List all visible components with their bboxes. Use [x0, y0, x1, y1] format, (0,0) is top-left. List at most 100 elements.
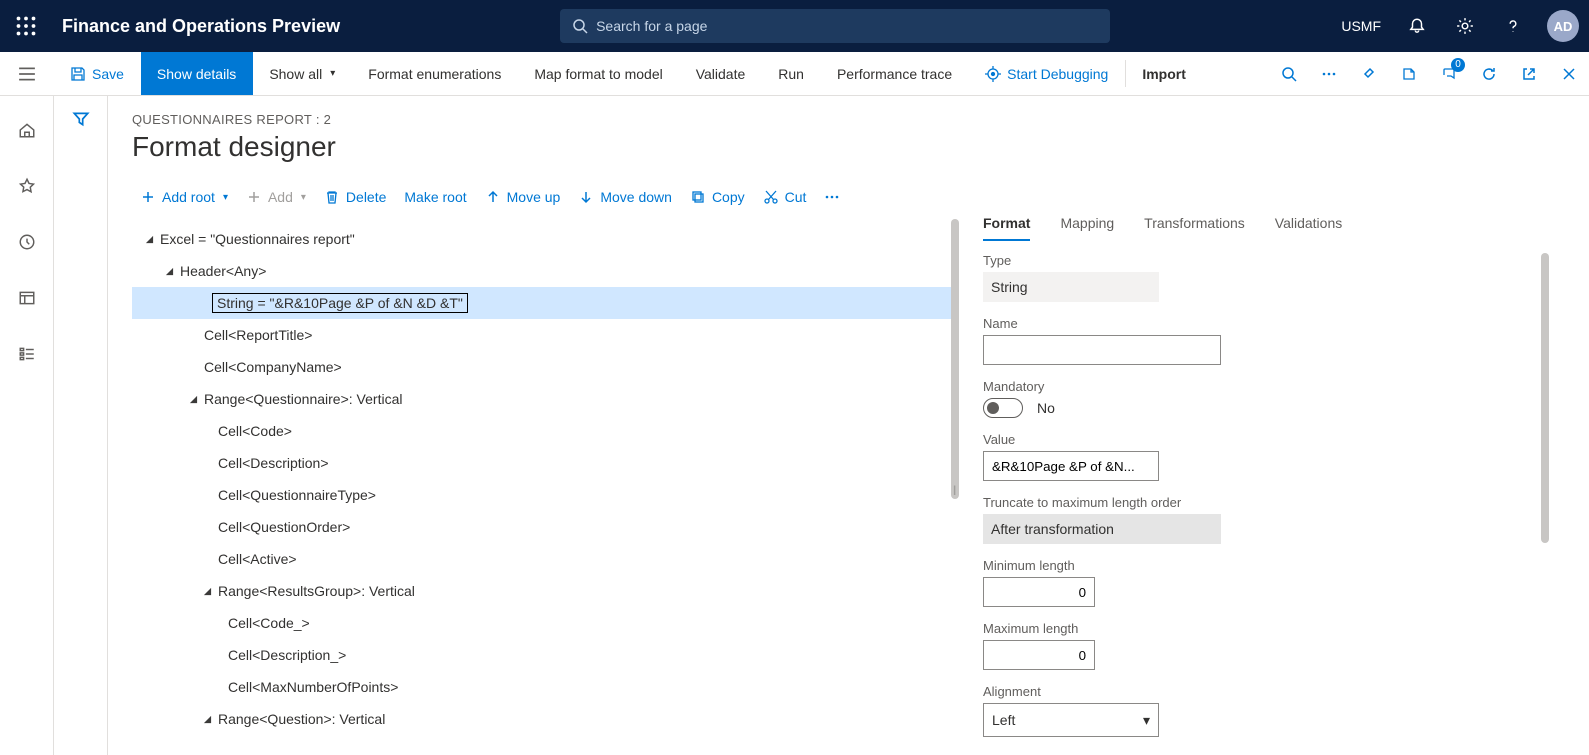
performance-trace-button[interactable]: Performance trace: [821, 52, 969, 95]
tree-row[interactable]: Cell<CompanyName>: [132, 351, 953, 383]
office-icon[interactable]: [1389, 52, 1429, 96]
format-enumerations-button[interactable]: Format enumerations: [352, 52, 518, 95]
expand-arrow-icon[interactable]: [162, 267, 176, 276]
name-input[interactable]: [983, 335, 1221, 365]
tree-row[interactable]: Range<ResultsGroup>: Vertical: [132, 575, 953, 607]
mandatory-toggle[interactable]: [983, 398, 1023, 418]
move-down-button[interactable]: Move down: [578, 189, 672, 205]
close-icon[interactable]: [1549, 52, 1589, 96]
refresh-icon[interactable]: [1469, 52, 1509, 96]
tab-format[interactable]: Format: [983, 215, 1030, 241]
help-icon[interactable]: [1493, 6, 1533, 46]
more-toolbar-icon[interactable]: [824, 189, 840, 205]
chevron-down-icon: ▾: [1143, 712, 1150, 729]
value-input[interactable]: [983, 451, 1159, 481]
validate-button[interactable]: Validate: [680, 52, 763, 95]
tree-scrollbar[interactable]: [951, 219, 959, 499]
search-input[interactable]: Search for a page: [560, 9, 1110, 43]
tree-row[interactable]: Cell<ReportTitle>: [132, 319, 953, 351]
tree-row[interactable]: Range<Question>: Vertical: [132, 703, 953, 735]
action-search-icon[interactable]: [1269, 52, 1309, 96]
alignment-select[interactable]: Left ▾: [983, 703, 1159, 737]
home-icon[interactable]: [7, 114, 47, 146]
minlen-label: Minimum length: [983, 558, 1535, 573]
start-debugging-button[interactable]: Start Debugging: [969, 52, 1125, 95]
tree-row[interactable]: Cell<QuestionnaireType>: [132, 479, 953, 511]
hamburger-icon[interactable]: [0, 52, 54, 96]
delete-button[interactable]: Delete: [324, 189, 386, 205]
tab-validations[interactable]: Validations: [1275, 215, 1342, 241]
tree-row[interactable]: Cell<Code>: [132, 415, 953, 447]
arrow-up-icon: [485, 189, 501, 205]
copy-button[interactable]: Copy: [690, 189, 745, 205]
tree-node-label: Cell<ReportTitle>: [204, 327, 312, 343]
import-button[interactable]: Import: [1126, 52, 1203, 95]
tree-row[interactable]: Cell<Description_>: [132, 639, 953, 671]
make-root-button[interactable]: Make root: [404, 189, 466, 205]
tree-node-label: Cell<QuestionnaireType>: [218, 487, 376, 503]
tree-row[interactable]: String = "&R&10Page &P of &N &D &T": [132, 287, 953, 319]
debug-icon: [985, 66, 1001, 82]
tree-node-label: Cell<Code>: [218, 423, 292, 439]
expand-arrow-icon[interactable]: [186, 395, 200, 404]
favorites-icon[interactable]: [7, 170, 47, 202]
tree-node-label: String = "&R&10Page &P of &N &D &T": [212, 293, 468, 313]
properties-tabs: Format Mapping Transformations Validatio…: [983, 215, 1549, 241]
company-picker[interactable]: USMF: [1333, 18, 1389, 34]
save-button[interactable]: Save: [54, 52, 141, 95]
expand-arrow-icon[interactable]: [142, 235, 156, 244]
gear-icon[interactable]: [1445, 6, 1485, 46]
move-up-button[interactable]: Move up: [485, 189, 561, 205]
add-button: Add ▾: [246, 189, 306, 205]
show-details-button[interactable]: Show details: [141, 52, 253, 95]
tree-row[interactable]: Range<Questionnaire>: Vertical: [132, 383, 953, 415]
tree-node-label: Range<Question>: Vertical: [218, 711, 385, 727]
avatar[interactable]: AD: [1547, 10, 1579, 42]
tree-node-label: Cell<Code_>: [228, 615, 310, 631]
cut-button[interactable]: Cut: [763, 189, 807, 205]
recent-icon[interactable]: [7, 226, 47, 258]
tree-row[interactable]: Excel = "Questionnaires report": [132, 223, 953, 255]
notifications-icon[interactable]: [1397, 6, 1437, 46]
tree-row[interactable]: Cell<Description>: [132, 447, 953, 479]
attachments-icon[interactable]: [1349, 52, 1389, 96]
filter-icon[interactable]: [72, 110, 90, 755]
expand-arrow-icon[interactable]: [200, 587, 214, 596]
truncate-label: Truncate to maximum length order: [983, 495, 1535, 510]
messages-icon[interactable]: 0: [1429, 52, 1469, 96]
mandatory-label: Mandatory: [983, 379, 1535, 394]
minlen-input[interactable]: [983, 577, 1095, 607]
messages-badge: 0: [1451, 58, 1465, 72]
trash-icon: [324, 189, 340, 205]
tree-row[interactable]: Cell<Active>: [132, 543, 953, 575]
tree-row[interactable]: Cell<MaxNumberOfPoints>: [132, 671, 953, 703]
type-value: String: [983, 272, 1159, 302]
truncate-value[interactable]: After transformation: [983, 514, 1221, 544]
app-launcher-icon[interactable]: [0, 16, 52, 36]
splitter-handle[interactable]: ||: [953, 485, 954, 496]
chevron-down-icon: ▾: [223, 192, 228, 203]
tree-row[interactable]: Cell<QuestionOrder>: [132, 511, 953, 543]
map-format-to-model-button[interactable]: Map format to model: [518, 52, 679, 95]
tree-node-label: Range<ResultsGroup>: Vertical: [218, 583, 415, 599]
popout-icon[interactable]: [1509, 52, 1549, 96]
chevron-down-icon: ▾: [330, 68, 335, 79]
page-title: Format designer: [132, 131, 1569, 163]
search-placeholder: Search for a page: [596, 18, 707, 34]
show-all-button[interactable]: Show all ▾: [253, 52, 352, 95]
modules-icon[interactable]: [7, 338, 47, 370]
maxlen-input[interactable]: [983, 640, 1095, 670]
type-label: Type: [983, 253, 1535, 268]
tab-transformations[interactable]: Transformations: [1144, 215, 1245, 241]
more-actions-icon[interactable]: [1309, 52, 1349, 96]
add-root-button[interactable]: Add root ▾: [140, 189, 228, 205]
tree-row[interactable]: Cell<Code_>: [132, 607, 953, 639]
search-icon: [572, 18, 588, 34]
workspaces-icon[interactable]: [7, 282, 47, 314]
run-button[interactable]: Run: [762, 52, 821, 95]
mandatory-value: No: [1037, 400, 1055, 416]
tree-row[interactable]: Header<Any>: [132, 255, 953, 287]
expand-arrow-icon[interactable]: [200, 715, 214, 724]
form-scrollbar[interactable]: [1541, 253, 1549, 543]
tab-mapping[interactable]: Mapping: [1060, 215, 1114, 241]
